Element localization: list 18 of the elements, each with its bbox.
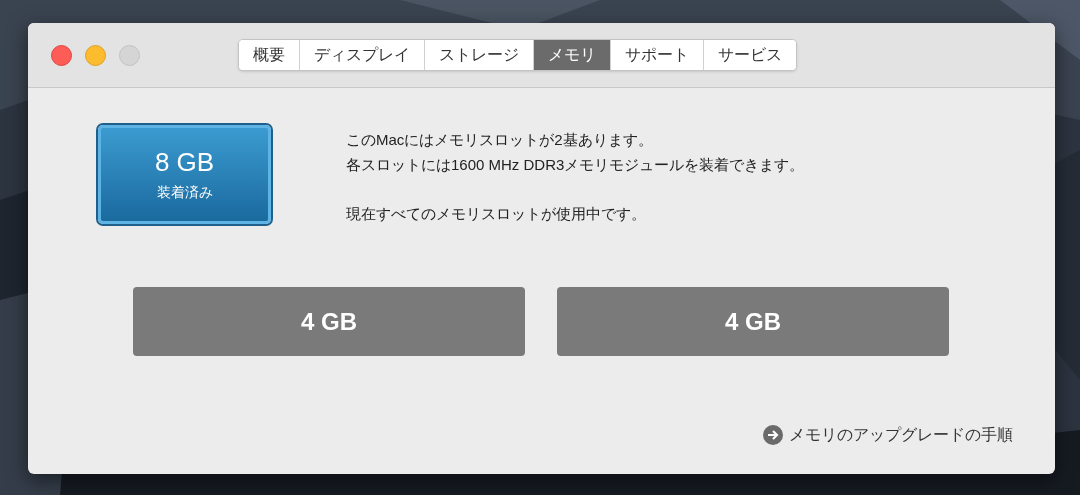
- status-text: 現在すべてのメモリスロットが使用中です。: [346, 204, 647, 224]
- memory-slot: 4 GB: [557, 287, 949, 356]
- minimize-button[interactable]: [85, 45, 106, 66]
- tab[interactable]: メモリ: [533, 40, 610, 70]
- memory-amount: 8 GB: [154, 146, 215, 178]
- description-text: このMacにはメモリスロットが2基あります。: [346, 130, 654, 150]
- tab[interactable]: ストレージ: [424, 40, 533, 70]
- upgrade-link[interactable]: メモリのアップグレードの手順: [763, 423, 1013, 447]
- tab[interactable]: 概要: [239, 40, 299, 70]
- close-button[interactable]: [51, 45, 72, 66]
- tab[interactable]: サービス: [703, 40, 796, 70]
- tab[interactable]: サポート: [610, 40, 703, 70]
- zoom-button[interactable]: [119, 45, 140, 66]
- tab[interactable]: ディスプレイ: [299, 40, 424, 70]
- memory-status: 装着済み: [156, 183, 213, 202]
- description-text: 各スロットには1600 MHz DDR3メモリモジュールを装着できます。: [346, 155, 805, 175]
- memory-slot: 4 GB: [133, 287, 525, 356]
- arrow-circle-icon: [763, 425, 783, 445]
